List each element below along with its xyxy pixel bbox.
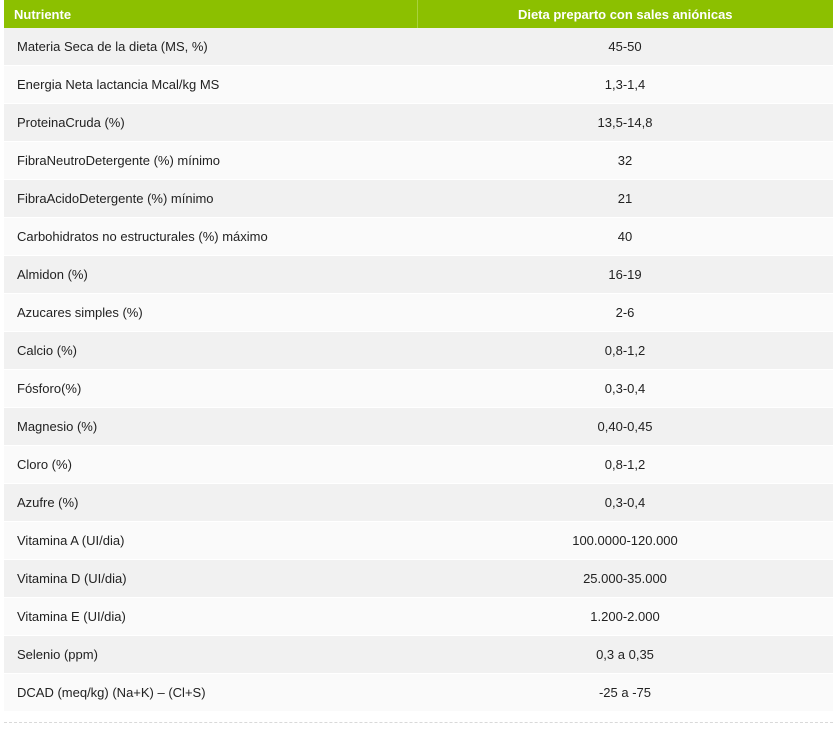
nutrient-name-cell: Vitamina E (UI/dia) (4, 597, 417, 636)
header-dieta-preparto: Dieta preparto con sales aniónicas (416, 0, 833, 28)
nutrient-name-cell: Almidon (%) (4, 255, 417, 294)
nutrient-name-cell: ProteinaCruda (%) (4, 103, 417, 142)
table-row: FibraAcidoDetergente (%) mínimo 21 (4, 179, 833, 218)
nutrient-value-cell: 0,8-1,2 (417, 445, 833, 484)
nutrient-value-cell: 2-6 (417, 293, 833, 332)
nutrient-value-cell: 0,3-0,4 (417, 483, 833, 522)
table-row: FibraNeutroDetergente (%) mínimo 32 (4, 141, 833, 180)
nutrient-name-cell: Azucares simples (%) (4, 293, 417, 332)
nutrient-table-container: Nutriente Dieta preparto con sales anión… (4, 0, 833, 712)
table-row: Vitamina A (UI/dia) 100.0000-120.000 (4, 521, 833, 560)
nutrient-name-cell: FibraAcidoDetergente (%) mínimo (4, 179, 417, 218)
nutrient-value-cell: 1.200-2.000 (417, 597, 833, 636)
nutrient-value-cell: 0,3 a 0,35 (417, 635, 833, 674)
nutrient-name-cell: Vitamina D (UI/dia) (4, 559, 417, 598)
nutrient-value-cell: 32 (417, 141, 833, 180)
nutrient-name-cell: Magnesio (%) (4, 407, 417, 446)
nutrient-name-cell: Energia Neta lactancia Mcal/kg MS (4, 65, 417, 104)
nutrient-name-cell: Calcio (%) (4, 331, 417, 370)
table-row: Vitamina D (UI/dia) 25.000-35.000 (4, 559, 833, 598)
nutrient-name-cell: Materia Seca de la dieta (MS, %) (4, 28, 417, 66)
header-nutriente: Nutriente (4, 0, 417, 28)
table-row: Carbohidratos no estructurales (%) máxim… (4, 217, 833, 256)
table-row: Magnesio (%) 0,40-0,45 (4, 407, 833, 446)
nutrient-value-cell: 0,8-1,2 (417, 331, 833, 370)
nutrient-name-cell: Cloro (%) (4, 445, 417, 484)
nutrient-value-cell: 0,40-0,45 (417, 407, 833, 446)
table-row: Vitamina E (UI/dia) 1.200-2.000 (4, 597, 833, 636)
nutrient-value-cell: 16-19 (417, 255, 833, 294)
table-row: Materia Seca de la dieta (MS, %) 45-50 (4, 28, 833, 66)
table-row: DCAD (meq/kg) (Na+K) – (Cl+S) -25 a -75 (4, 673, 833, 712)
nutrient-name-cell: Carbohidratos no estructurales (%) máxim… (4, 217, 417, 256)
table-row: Azufre (%) 0,3-0,4 (4, 483, 833, 522)
nutrient-table: Nutriente Dieta preparto con sales anión… (4, 0, 833, 712)
nutrient-value-cell: 0,3-0,4 (417, 369, 833, 408)
table-row: Calcio (%) 0,8-1,2 (4, 331, 833, 370)
table-body: Materia Seca de la dieta (MS, %) 45-50 Ene… (4, 28, 833, 712)
bottom-divider (4, 722, 833, 723)
table-header: Nutriente Dieta preparto con sales anión… (4, 0, 833, 28)
table-row: Fósforo(%) 0,3-0,4 (4, 369, 833, 408)
table-row: ProteinaCruda (%) 13,5-14,8 (4, 103, 833, 142)
nutrient-value-cell: 13,5-14,8 (417, 103, 833, 142)
table-row: Selenio (ppm) 0,3 a 0,35 (4, 635, 833, 674)
nutrient-value-cell: 100.0000-120.000 (417, 521, 833, 560)
nutrient-value-cell: -25 a -75 (417, 673, 833, 712)
table-row: Cloro (%) 0,8-1,2 (4, 445, 833, 484)
nutrient-name-cell: FibraNeutroDetergente (%) mínimo (4, 141, 417, 180)
nutrient-name-cell: DCAD (meq/kg) (Na+K) – (Cl+S) (4, 673, 417, 712)
table-row: Azucares simples (%) 2-6 (4, 293, 833, 332)
nutrient-name-cell: Azufre (%) (4, 483, 417, 522)
nutrient-value-cell: 40 (417, 217, 833, 256)
table-row: Almidon (%) 16-19 (4, 255, 833, 294)
nutrient-name-cell: Selenio (ppm) (4, 635, 417, 674)
nutrient-value-cell: 45-50 (417, 28, 833, 66)
nutrient-value-cell: 1,3-1,4 (417, 65, 833, 104)
nutrient-value-cell: 25.000-35.000 (417, 559, 833, 598)
table-row: Energia Neta lactancia Mcal/kg MS 1,3-1,4 (4, 65, 833, 104)
header-row: Nutriente Dieta preparto con sales anión… (4, 0, 833, 28)
nutrient-value-cell: 21 (417, 179, 833, 218)
nutrient-name-cell: Fósforo(%) (4, 369, 417, 408)
nutrient-name-cell: Vitamina A (UI/dia) (4, 521, 417, 560)
